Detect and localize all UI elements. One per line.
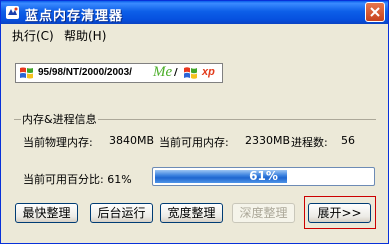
available-percent-label: 当前可用百分比: 61% [23, 173, 132, 186]
windows-logo-icon [20, 67, 33, 79]
expand-focus-highlight [304, 196, 376, 229]
available-memory-value: 2330MB [245, 134, 291, 147]
fastest-clean-button[interactable]: 最快整理 [15, 203, 78, 223]
menu-help[interactable]: 帮助(H) [64, 27, 106, 44]
menu-execute[interactable]: 执行(C) [12, 27, 54, 44]
group-title: 内存&进程信息 [21, 111, 98, 127]
process-count-value: 56 [341, 134, 355, 147]
progress-text: 61% [249, 169, 278, 183]
memory-progress-bar: 61% [152, 167, 375, 186]
process-count-label: 进程数: [291, 136, 328, 149]
windows-xp-logo-icon [184, 67, 197, 79]
window-title: 蓝点内存清理器 [25, 9, 124, 24]
deep-clean-button[interactable]: 深度整理 [232, 203, 295, 223]
os-support-banner: 95/98/NT/2000/2003/ Me / xp [15, 63, 223, 83]
menu-bar: 执行(C) 帮助(H) [1, 24, 388, 44]
broad-clean-button[interactable]: 宽度整理 [160, 203, 223, 223]
app-icon [6, 6, 19, 19]
os-me-text: Me [153, 64, 173, 80]
app-window: 蓝点内存清理器 执行(C) 帮助(H) 95/98/NT/2000/2003/ … [0, 0, 389, 244]
available-memory-label: 当前可用内存: [159, 136, 229, 149]
os-xp-text: xp [202, 66, 215, 78]
os-separator: / [174, 67, 178, 78]
close-icon [370, 7, 380, 17]
close-button[interactable] [365, 2, 385, 22]
physical-memory-label: 当前物理内存: [23, 136, 93, 149]
os-versions-text: 95/98/NT/2000/2003/ [38, 67, 132, 78]
title-bar[interactable]: 蓝点内存清理器 [1, 1, 388, 24]
background-run-button[interactable]: 后台运行 [90, 203, 153, 223]
physical-memory-value: 3840MB [109, 134, 155, 147]
